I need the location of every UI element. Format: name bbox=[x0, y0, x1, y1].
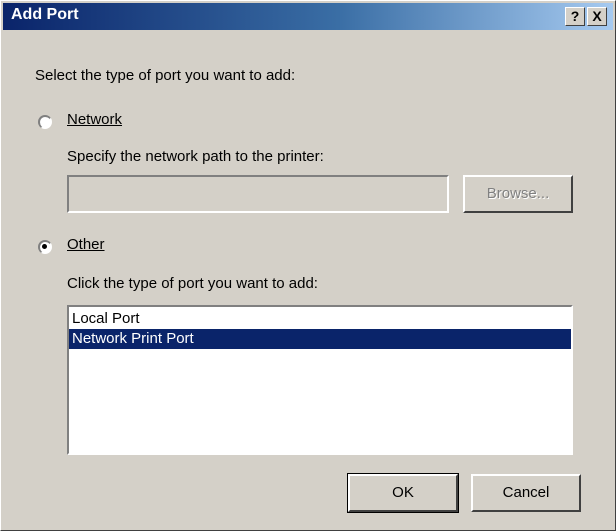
list-item-network-print-port[interactable]: Network Print Port bbox=[69, 329, 571, 349]
cancel-button[interactable]: Cancel bbox=[471, 474, 581, 512]
title-bar[interactable]: Add Port ? X bbox=[3, 3, 613, 30]
browse-label: Browse... bbox=[486, 185, 550, 202]
help-button[interactable]: ? bbox=[565, 7, 585, 26]
cancel-label: Cancel bbox=[502, 484, 550, 501]
other-label-text: Other bbox=[67, 236, 105, 253]
close-icon: X bbox=[592, 8, 602, 24]
dialog-title: Add Port bbox=[11, 6, 79, 23]
network-path-label: Specify the network path to the printer: bbox=[67, 148, 324, 165]
port-list-label: Click the type of port you want to add: bbox=[67, 275, 318, 292]
other-radio-label[interactable]: Other bbox=[67, 236, 105, 253]
network-radio-label[interactable]: Network bbox=[67, 111, 122, 128]
ok-button[interactable]: OK bbox=[347, 473, 459, 513]
close-button[interactable]: X bbox=[587, 7, 607, 26]
other-radio[interactable] bbox=[38, 240, 52, 254]
network-radio[interactable] bbox=[38, 115, 52, 129]
ok-label: OK bbox=[392, 484, 414, 501]
help-icon: ? bbox=[570, 8, 580, 24]
network-path-input[interactable] bbox=[67, 175, 449, 213]
port-type-prompt: Select the type of port you want to add: bbox=[35, 67, 296, 84]
port-type-list[interactable]: Local Port Network Print Port bbox=[67, 305, 573, 455]
add-port-dialog: Add Port ? X Select the type of port you… bbox=[0, 0, 616, 531]
radio-selected-dot bbox=[42, 244, 47, 249]
browse-button[interactable]: Browse... bbox=[463, 175, 573, 213]
network-label-text: Network bbox=[67, 111, 123, 128]
list-item-local-port[interactable]: Local Port bbox=[69, 309, 571, 329]
